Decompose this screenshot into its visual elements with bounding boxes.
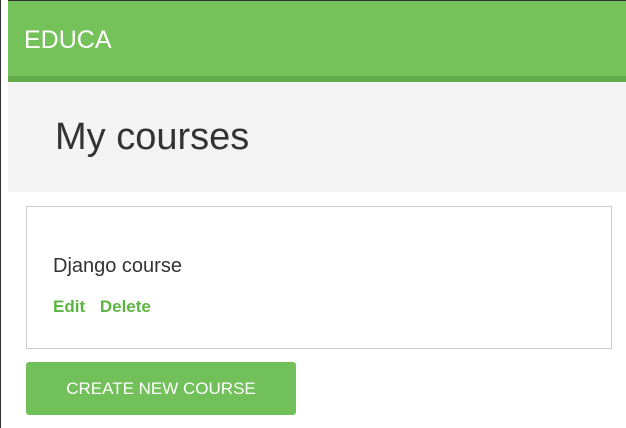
course-card: Django course Edit Delete	[26, 206, 612, 349]
create-new-course-button[interactable]: CREATE NEW COURSE	[26, 362, 296, 415]
delete-course-link[interactable]: Delete	[100, 297, 151, 316]
page-title: My courses	[55, 116, 250, 158]
site-logo[interactable]: EDUCA	[24, 26, 112, 55]
edit-course-link[interactable]: Edit	[53, 297, 85, 316]
top-header: EDUCA	[8, 0, 626, 82]
course-actions: Edit Delete	[53, 297, 161, 317]
course-title: Django course	[53, 255, 182, 277]
page-heading-band: My courses	[8, 82, 626, 192]
